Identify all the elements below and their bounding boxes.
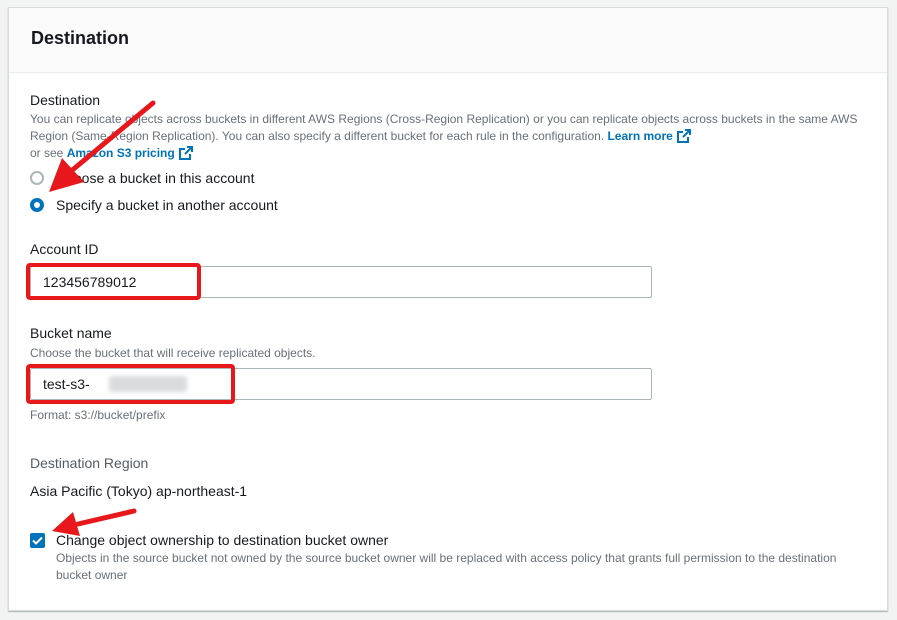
- destination-label: Destination: [30, 92, 101, 108]
- bucket-name-hint: Format: s3://bucket/prefix: [30, 408, 166, 422]
- checkmark-icon: [32, 536, 43, 545]
- annotation-highlight-bucket-name: [26, 364, 235, 404]
- external-link-icon: [676, 129, 691, 143]
- external-link-icon: [178, 146, 193, 160]
- ownership-checkbox[interactable]: [30, 533, 45, 548]
- radio-another-account-label[interactable]: Specify a bucket in another account: [56, 197, 278, 213]
- radio-this-account[interactable]: [30, 171, 44, 185]
- panel-title: Destination: [31, 28, 130, 48]
- bucket-name-description: Choose the bucket that will receive repl…: [30, 346, 316, 360]
- account-id-label: Account ID: [30, 241, 99, 257]
- s3-pricing-link[interactable]: Amazon S3 pricing: [67, 146, 193, 160]
- destination-region-label: Destination Region: [30, 455, 149, 471]
- destination-description-text: You can replicate objects across buckets…: [30, 112, 858, 143]
- bucket-name-label: Bucket name: [30, 325, 112, 341]
- destination-panel: Destination: [8, 7, 888, 611]
- annotation-highlight-account-id: [26, 263, 201, 300]
- destination-region-value: Asia Pacific (Tokyo) ap-northeast-1: [30, 483, 248, 499]
- panel-header: Destination: [9, 8, 887, 73]
- radio-this-account-label[interactable]: Choose a bucket in this account: [56, 170, 254, 186]
- destination-description: You can replicate objects across buckets…: [30, 111, 866, 162]
- radio-another-account[interactable]: [30, 198, 44, 212]
- learn-more-link[interactable]: Learn more: [607, 129, 691, 143]
- ownership-description: Objects in the source bucket not owned b…: [56, 551, 837, 582]
- ownership-checkbox-label[interactable]: Change object ownership to destination b…: [56, 532, 388, 548]
- see-pricing-text: or see: [30, 146, 64, 160]
